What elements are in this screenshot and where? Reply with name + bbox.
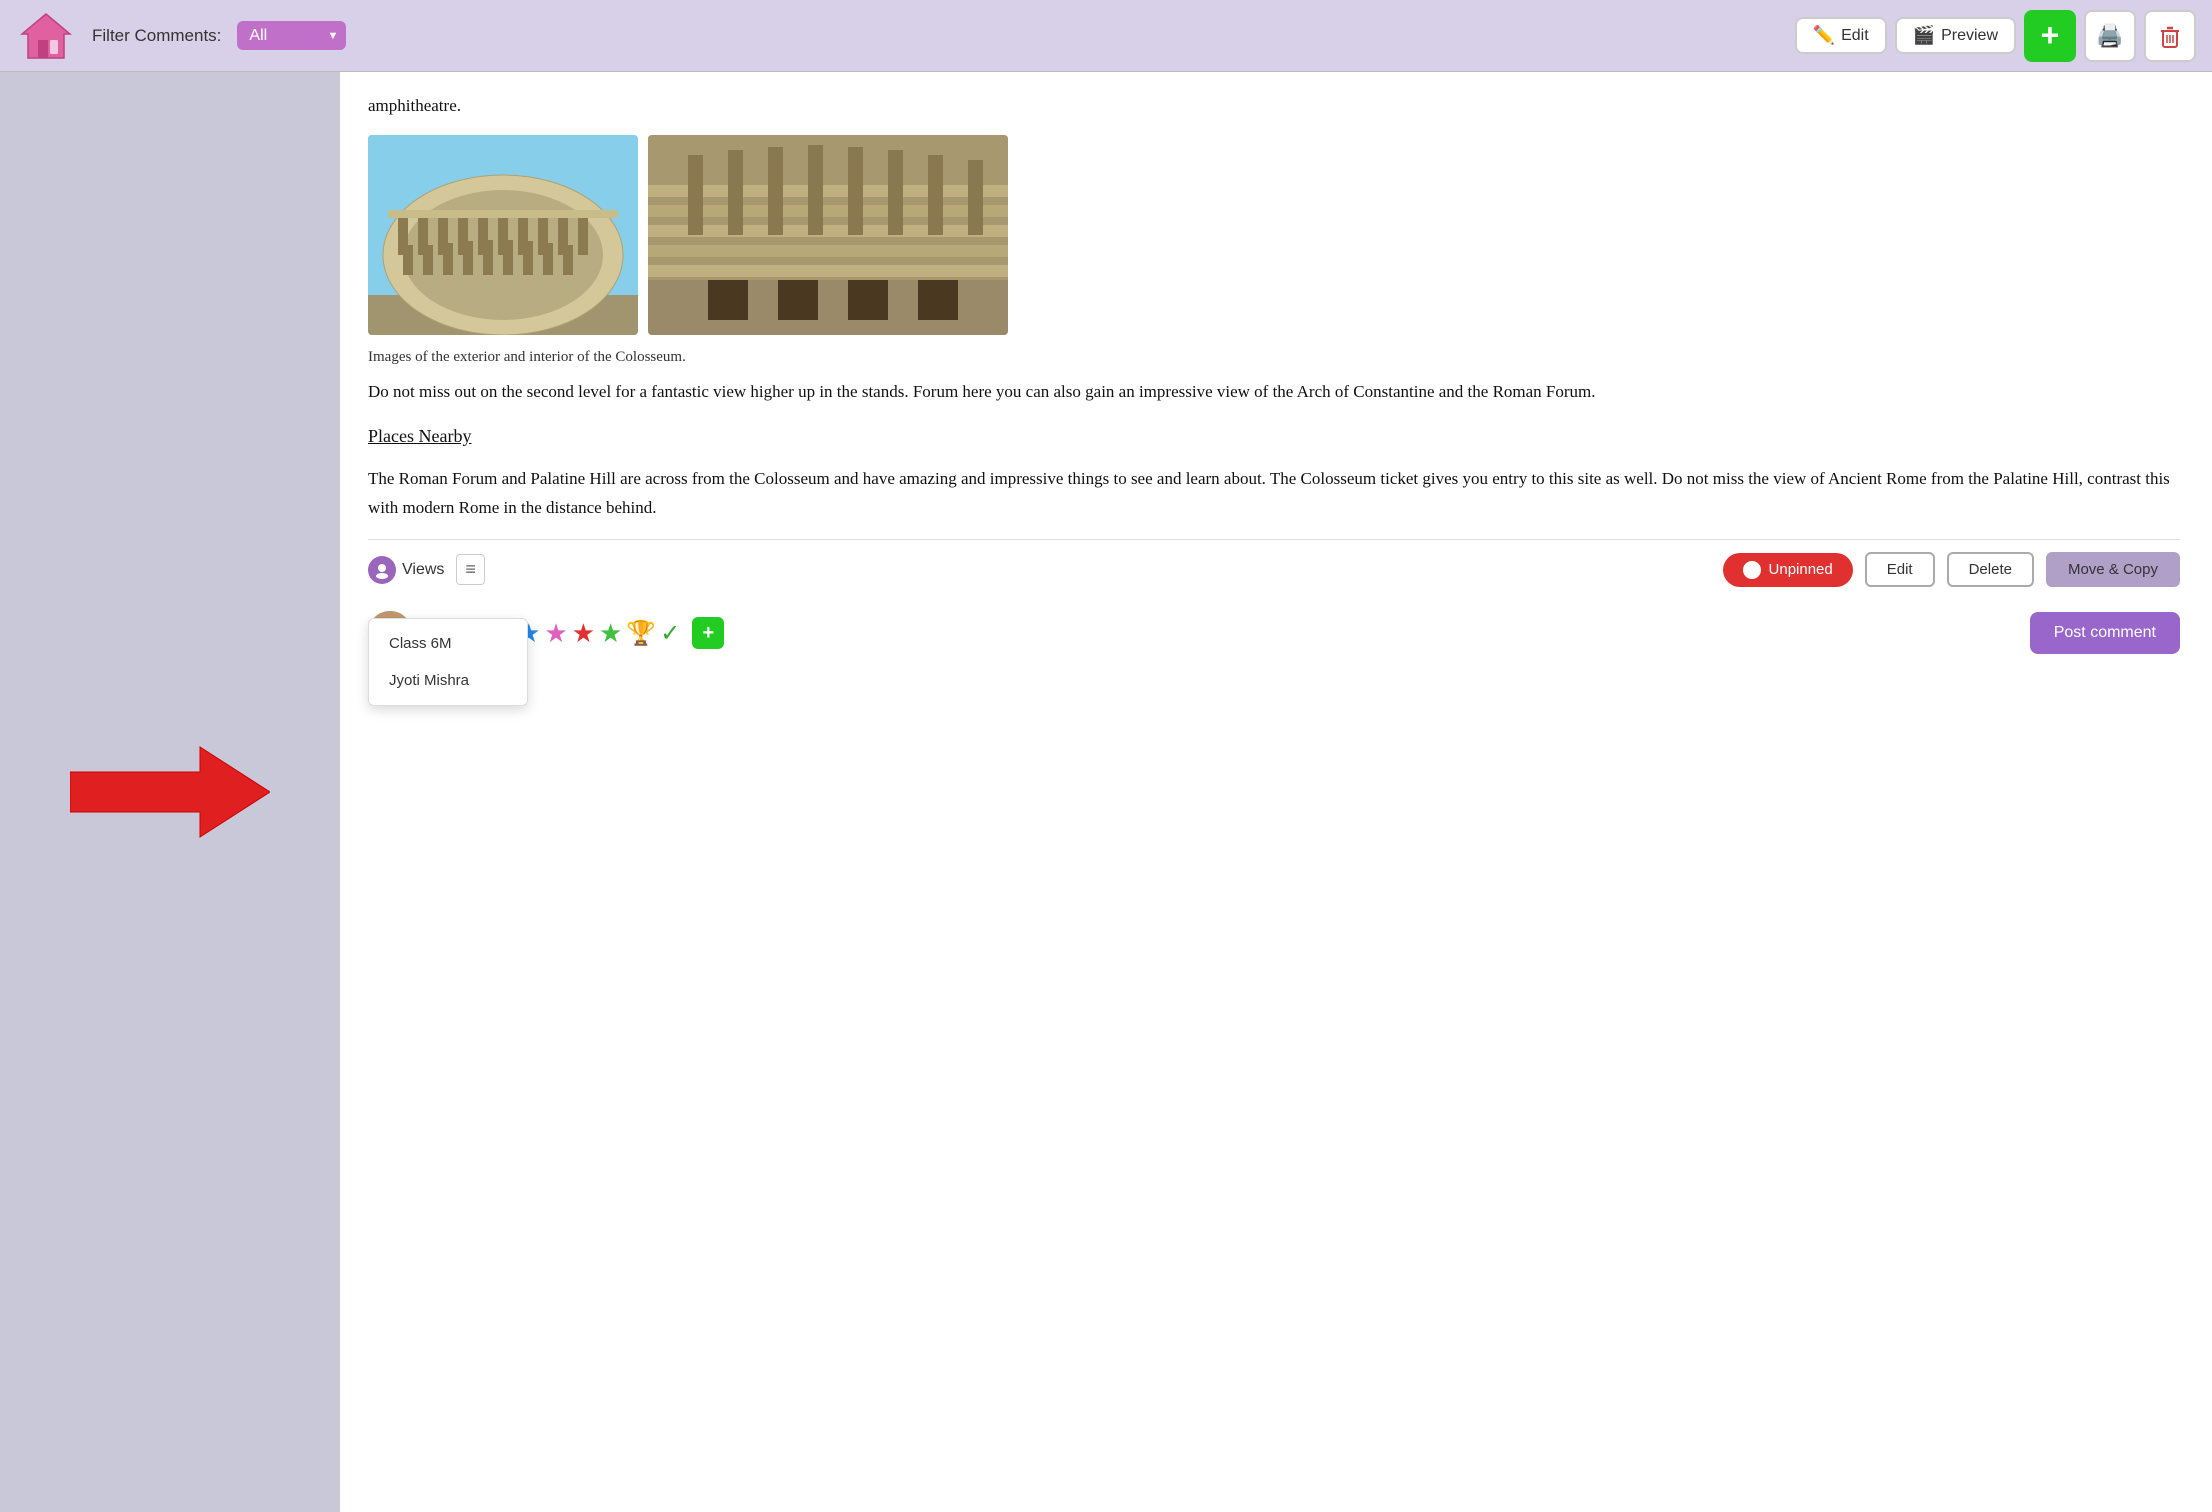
plus-icon: + (2041, 17, 2060, 54)
comment-delete-label: Delete (1969, 561, 2012, 578)
main-wrap: amphitheatre. (0, 72, 2212, 1512)
views-user-icon (368, 556, 396, 584)
preview-label: Preview (1941, 27, 1998, 45)
filter-lines-icon: ≡ (465, 559, 476, 579)
edit-button[interactable]: ✏️ Edit (1795, 17, 1887, 54)
article-places-text: The Roman Forum and Palatine Hill are ac… (368, 465, 2180, 523)
article-para1: Do not miss out on the second level for … (368, 378, 2180, 407)
emoji-trophy[interactable]: 🏆 (626, 619, 656, 648)
comment-bar: Views Class 6M Jyoti Mishra ≡ Unpinned E… (368, 539, 2180, 599)
add-button[interactable]: + (2024, 10, 2076, 62)
views-label: Views (402, 561, 444, 579)
comment-edit-button[interactable]: Edit (1865, 552, 1935, 587)
printer-icon: 🖨️ (2096, 23, 2123, 49)
plus-emoji-icon: + (703, 622, 715, 645)
post-comment-row: 😊 👍 ★ ★ ★ ★ ★ 🏆 ✓ + Post comment (368, 599, 2180, 655)
post-comment-button[interactable]: Post comment (2030, 612, 2180, 654)
emoji-star-red[interactable]: ★ (572, 618, 595, 649)
preview-button[interactable]: 🎬 Preview (1895, 17, 2016, 54)
unpinned-label: Unpinned (1769, 561, 1833, 578)
sidebar (0, 72, 340, 1512)
image-caption: Images of the exterior and interior of t… (368, 349, 2180, 366)
edit-label: Edit (1841, 27, 1869, 45)
toggle-circle (1743, 561, 1761, 579)
filter-icon-button[interactable]: ≡ (456, 554, 485, 585)
emoji-star-green[interactable]: ★ (599, 618, 622, 649)
emoji-star-pink[interactable]: ★ (544, 618, 567, 649)
post-comment-label: Post comment (2054, 624, 2156, 641)
dropdown-item-class6m[interactable]: Class 6M (369, 625, 527, 662)
views-button[interactable]: Views (368, 556, 444, 584)
app-header: Filter Comments: All Pinned Unpinned ✏️ … (0, 0, 2212, 72)
add-emoji-button[interactable]: + (692, 617, 724, 649)
home-icon[interactable] (16, 8, 76, 64)
colosseum-interior-image (648, 135, 1008, 335)
article-intro-text: amphitheatre. (368, 92, 2180, 121)
views-dropdown-container: Views Class 6M Jyoti Mishra (368, 556, 444, 584)
places-heading: Places Nearby (368, 421, 2180, 452)
filter-comments-label: Filter Comments: (92, 26, 221, 46)
delete-toolbar-button[interactable] (2144, 10, 2196, 62)
dropdown-item-jyoti[interactable]: Jyoti Mishra (369, 662, 527, 699)
images-row (368, 135, 2180, 335)
red-arrow-icon (70, 742, 270, 842)
preview-icon: 🎬 (1913, 25, 1935, 46)
content-area: amphitheatre. (340, 72, 2212, 1512)
move-copy-label: Move & Copy (2068, 561, 2158, 578)
colosseum-exterior-image (368, 135, 638, 335)
emoji-check[interactable]: ✓ (660, 619, 680, 648)
move-copy-button[interactable]: Move & Copy (2046, 552, 2180, 587)
comment-edit-label: Edit (1887, 561, 1913, 578)
header-actions: ✏️ Edit 🎬 Preview + 🖨️ (1795, 10, 2196, 62)
filter-select-wrap[interactable]: All Pinned Unpinned (237, 21, 346, 50)
print-button[interactable]: 🖨️ (2084, 10, 2136, 62)
emoji-row: 😊 👍 ★ ★ ★ ★ ★ 🏆 ✓ + (422, 617, 2020, 649)
pencil-icon: ✏️ (1813, 25, 1835, 46)
article-body: Do not miss out on the second level for … (368, 378, 2180, 523)
trash-icon (2156, 22, 2184, 50)
arrow-indicator (70, 742, 270, 842)
article-intro: amphitheatre. (368, 92, 2180, 121)
views-dropdown: Class 6M Jyoti Mishra (368, 618, 528, 706)
comment-delete-button[interactable]: Delete (1947, 552, 2034, 587)
filter-select[interactable]: All Pinned Unpinned (237, 21, 346, 50)
unpinned-toggle-button[interactable]: Unpinned (1723, 553, 1853, 587)
